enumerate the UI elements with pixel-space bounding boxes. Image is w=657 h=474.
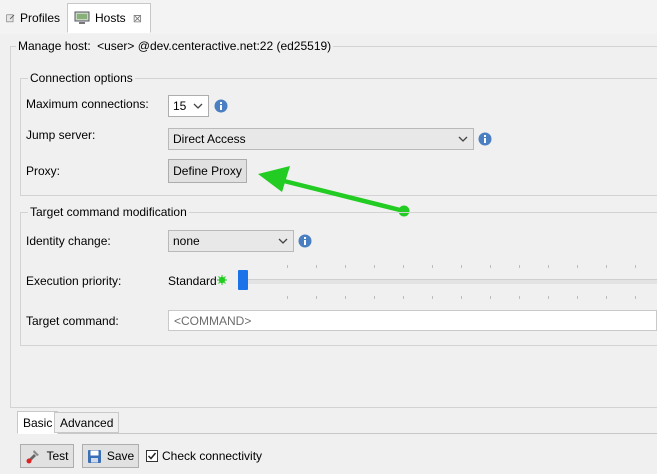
slider-tick [548,296,549,299]
jump-server-label: Jump server: [26,128,96,142]
slider-tick [374,265,375,268]
annotation-arrow-icon [258,166,410,217]
editor-tab-bar: Profiles Hosts ⊠ [0,0,657,35]
chevron-down-icon [193,103,203,109]
target-command-placeholder: <COMMAND> [174,313,252,328]
save-button[interactable]: Save [82,444,139,468]
slider-tick [403,296,404,299]
check-connectivity-label: Check connectivity [162,449,263,463]
close-icon[interactable]: ⊠ [133,12,142,25]
slider-tick [577,296,578,299]
test-button[interactable]: Test [20,444,74,468]
define-proxy-button[interactable]: Define Proxy [168,159,247,183]
target-command-title: Target command modification [28,205,189,219]
target-command-input[interactable]: <COMMAND> [168,310,657,331]
manage-host-value: <user> @dev.centeractive.net:22 (ed25519… [97,39,332,53]
tab-advanced[interactable]: Advanced [54,412,120,433]
execution-priority-label: Execution priority: [26,274,122,288]
identity-change-value: none [173,234,200,248]
info-icon[interactable] [214,99,228,113]
slider-tick [519,296,520,299]
profiles-icon [6,14,15,23]
identity-change-select[interactable]: none [168,230,294,252]
save-label: Save [106,449,135,463]
slider-tick [316,265,317,268]
slider-tick [345,265,346,268]
tab-basic[interactable]: Basic [17,411,59,434]
define-proxy-label: Define Proxy [173,164,242,178]
slider-tick [432,265,433,268]
tab-basic-label: Basic [23,415,53,430]
chevron-down-icon [278,238,288,244]
tab-advanced-label: Advanced [60,415,114,430]
execution-priority-slider[interactable] [238,265,657,300]
jump-server-select[interactable]: Direct Access [168,128,474,150]
slider-tick [403,265,404,268]
tab-profiles[interactable]: Profiles [0,4,66,32]
slider-tick [548,265,549,268]
info-icon[interactable] [298,234,312,248]
target-command-label: Target command: [26,314,119,328]
slider-tick [490,265,491,268]
manage-host-legend: Manage host: <user> @dev.centeractive.ne… [16,39,334,53]
check-connectivity-checkbox[interactable] [146,450,158,462]
slider-tick [461,265,462,268]
max-connections-label: Maximum connections: [26,97,149,111]
slider-tick [635,296,636,299]
slider-ticks-top [238,265,657,269]
status-dot-icon [217,275,227,285]
execution-priority-value: Standard [168,274,217,288]
max-connections-value: 15 [173,99,187,113]
connection-options-title: Connection options [28,71,135,85]
check-connectivity[interactable]: Check connectivity [146,449,262,463]
slider-ticks-bottom [238,296,657,300]
slider-thumb[interactable] [238,270,248,290]
slider-tick [490,296,491,299]
test-icon [26,450,40,464]
proxy-label: Proxy: [26,164,61,178]
slider-tick [635,265,636,268]
identity-change-label: Identity change: [26,234,111,248]
test-label: Test [46,449,69,463]
slider-tick [577,265,578,268]
slider-tick [374,296,375,299]
slider-tick [606,296,607,299]
slider-track [238,279,657,284]
chevron-down-icon [458,136,468,142]
tab-profiles-label: Profiles [19,11,60,25]
slider-tick [316,296,317,299]
slider-tick [519,265,520,268]
info-icon[interactable] [478,132,492,146]
slider-tick [287,265,288,268]
slider-tick [461,296,462,299]
jump-server-value: Direct Access [173,132,246,146]
hosts-icon [74,11,90,24]
slider-tick [606,265,607,268]
save-icon [87,449,101,463]
checkmark-icon [147,452,157,460]
tab-hosts-label: Hosts [95,11,126,25]
bottom-tab-line [17,433,657,434]
slider-tick [345,296,346,299]
tab-hosts[interactable]: Hosts ⊠ [67,3,151,33]
max-connections-select[interactable]: 15 [168,95,209,117]
manage-host-label: Manage host: [18,39,91,53]
slider-tick [287,296,288,299]
slider-tick [432,296,433,299]
